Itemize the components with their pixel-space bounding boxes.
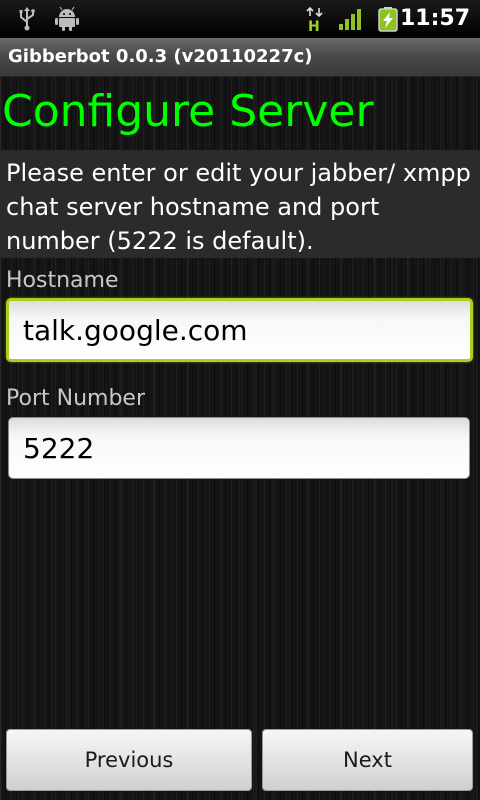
app-title: Gibberbot 0.0.3 (v20110227c) — [8, 46, 313, 67]
status-bar: H 11:57 — [0, 0, 480, 38]
hostname-input[interactable] — [6, 298, 473, 362]
port-number-input[interactable] — [8, 417, 470, 479]
usb-icon — [14, 6, 40, 36]
instructions-panel: Please enter or edit your jabber/ xmpp c… — [0, 150, 480, 258]
previous-button[interactable]: Previous — [6, 729, 252, 791]
hostname-label: Hostname — [6, 268, 119, 293]
network-h-icon: H — [304, 6, 326, 36]
svg-text:H: H — [308, 19, 320, 32]
instructions-text: Please enter or edit your jabber/ xmpp c… — [6, 159, 471, 255]
app-title-bar: Gibberbot 0.0.3 (v20110227c) — [0, 38, 480, 77]
configure-server-screen: Configure Server Please enter or edit yo… — [0, 77, 480, 800]
signal-icon — [338, 6, 364, 36]
next-button[interactable]: Next — [262, 729, 473, 791]
android-debug-icon — [54, 6, 80, 36]
battery-charging-icon — [376, 6, 400, 36]
page-title: Configure Server — [2, 86, 374, 137]
port-number-label: Port Number — [6, 386, 145, 411]
clock-time: 11:57 — [399, 6, 470, 31]
